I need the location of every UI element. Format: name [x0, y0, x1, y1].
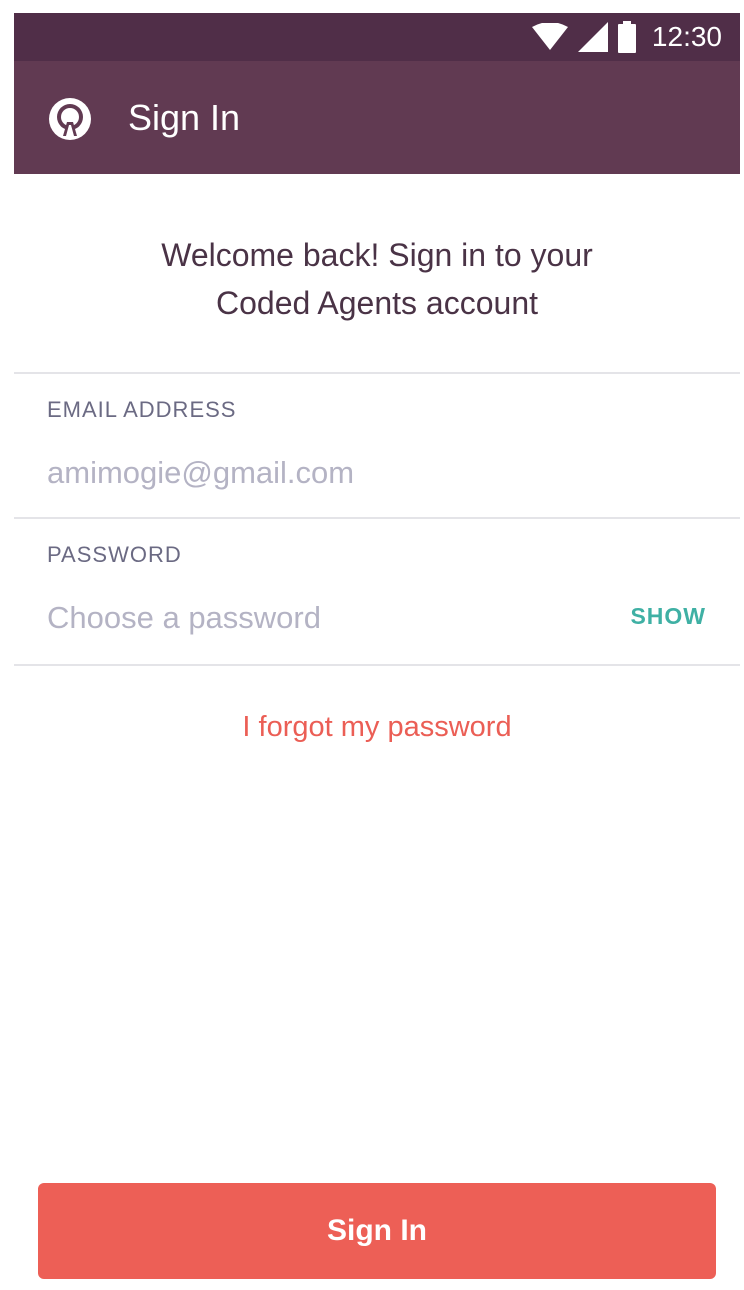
status-bar: 12:30 — [14, 13, 740, 61]
divider — [14, 517, 740, 519]
email-field[interactable] — [47, 449, 607, 497]
status-time: 12:30 — [651, 21, 722, 52]
app-logo-icon — [49, 98, 91, 140]
email-label: EMAIL ADDRESS — [47, 397, 237, 422]
battery-icon — [617, 21, 636, 53]
show-password-toggle[interactable]: SHOW — [630, 603, 706, 630]
password-field[interactable] — [47, 594, 607, 642]
wifi-icon — [531, 23, 568, 50]
divider — [14, 372, 740, 374]
welcome-line-2: Coded Agents account — [215, 285, 538, 321]
status-icons: 12:30 — [531, 13, 722, 61]
divider — [14, 664, 740, 666]
page-title: Sign In — [128, 97, 241, 138]
welcome-message: Welcome back! Sign in to your Coded Agen… — [14, 231, 740, 327]
sign-in-screen: 12:30 Sign In Welcome back! Sign in to y… — [14, 13, 740, 1290]
password-label: PASSWORD — [47, 542, 182, 567]
sign-in-button[interactable]: Sign In — [38, 1183, 716, 1279]
forgot-password-link[interactable]: I forgot my password — [14, 711, 740, 744]
app-bar: Sign In — [14, 61, 740, 174]
cellular-signal-icon — [577, 22, 608, 52]
welcome-line-1: Welcome back! Sign in to your — [161, 237, 593, 273]
